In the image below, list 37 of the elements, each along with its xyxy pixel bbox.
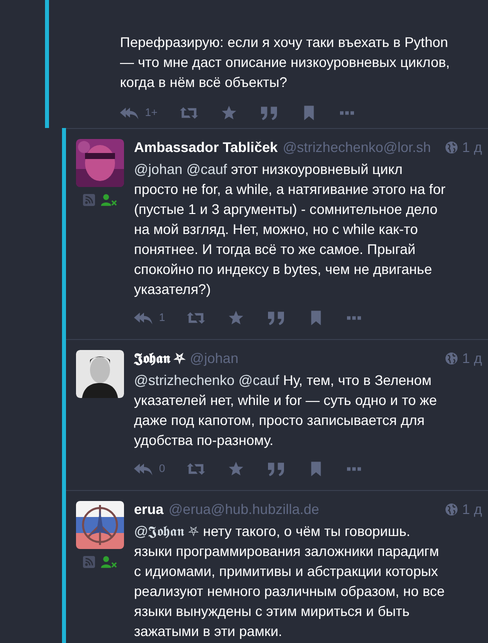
more-icon[interactable] — [347, 316, 362, 320]
post-text: Перефразирую: если я хочу таки въехать в Python — что мне даст описание низкоуровневых циклов, когда в нём всё объекты? — [120, 33, 451, 92]
user-handle: @erua@hub.hubzilla.de — [168, 501, 320, 517]
more-icon[interactable] — [340, 111, 354, 115]
boost-icon[interactable] — [187, 461, 206, 477]
post-text: @𝕵𝖔𝖍𝖆𝖓 ⛧ нету такого, о чём ты говоришь. языки программирования заложники парадигм с идиомами, примитивы и абстракции которых реализуют немного различным образом, но все языки вынуждены с этим мириться и быть зажатыми в эти рамки. — [134, 522, 446, 641]
globe-icon — [445, 140, 458, 154]
display-name[interactable]: erua — [134, 501, 164, 517]
post-text: @strizhechenko @cauf Ну, тем, что в Зеленом указателей нет, while и for — суть одно и то же даже под капотом, просто записывается для удобства по-разному. — [134, 371, 438, 450]
reply-all-icon — [134, 310, 154, 326]
post-text: @johan @cauf этот низкоуровневый цикл просто не for, а while, а натягивание этого на for (пустые 1 и 3 аргументы) - сомнительное дело на мой взгляд. Нет, можно, но с while как-то понятнее. И тогда всё то же самое. Прыгай спокойно по индексу в bytes, чем не двиганье указателя?) — [134, 160, 446, 299]
rss-icon[interactable] — [83, 556, 95, 568]
mention-link[interactable]: @cauf — [238, 372, 280, 388]
globe-icon — [445, 502, 458, 516]
mention-link[interactable]: @strizhechenko — [134, 372, 235, 388]
unfollow-icon[interactable] — [101, 194, 117, 206]
star-icon[interactable] — [220, 105, 238, 121]
more-icon[interactable] — [347, 467, 362, 471]
quote-icon[interactable] — [267, 310, 286, 326]
reply-all-icon — [134, 460, 154, 478]
display-name[interactable]: Ambassador Tabliček — [134, 139, 278, 155]
boost-icon[interactable] — [180, 105, 198, 121]
quote-icon[interactable] — [260, 105, 278, 121]
display-name[interactable]: 𝕵𝖔𝖍𝖆𝖓 ⛧ — [134, 350, 185, 366]
reply-all-icon — [120, 104, 140, 122]
quote-icon[interactable] — [267, 461, 286, 477]
rss-icon[interactable] — [83, 194, 95, 206]
unfollow-icon[interactable] — [101, 556, 117, 568]
globe-icon — [445, 352, 458, 364]
star-icon[interactable] — [227, 310, 246, 326]
star-icon[interactable] — [227, 461, 246, 477]
boost-icon[interactable] — [187, 310, 206, 326]
mention-link[interactable]: @cauf — [186, 161, 228, 177]
mention-link[interactable]: @𝕵𝖔𝖍𝖆𝖓 ⛧ — [134, 523, 200, 539]
mention-link[interactable]: @johan — [134, 161, 182, 177]
user-handle: @johan — [190, 350, 238, 366]
user-handle: @strizhechenko@lor.sh — [282, 139, 431, 155]
